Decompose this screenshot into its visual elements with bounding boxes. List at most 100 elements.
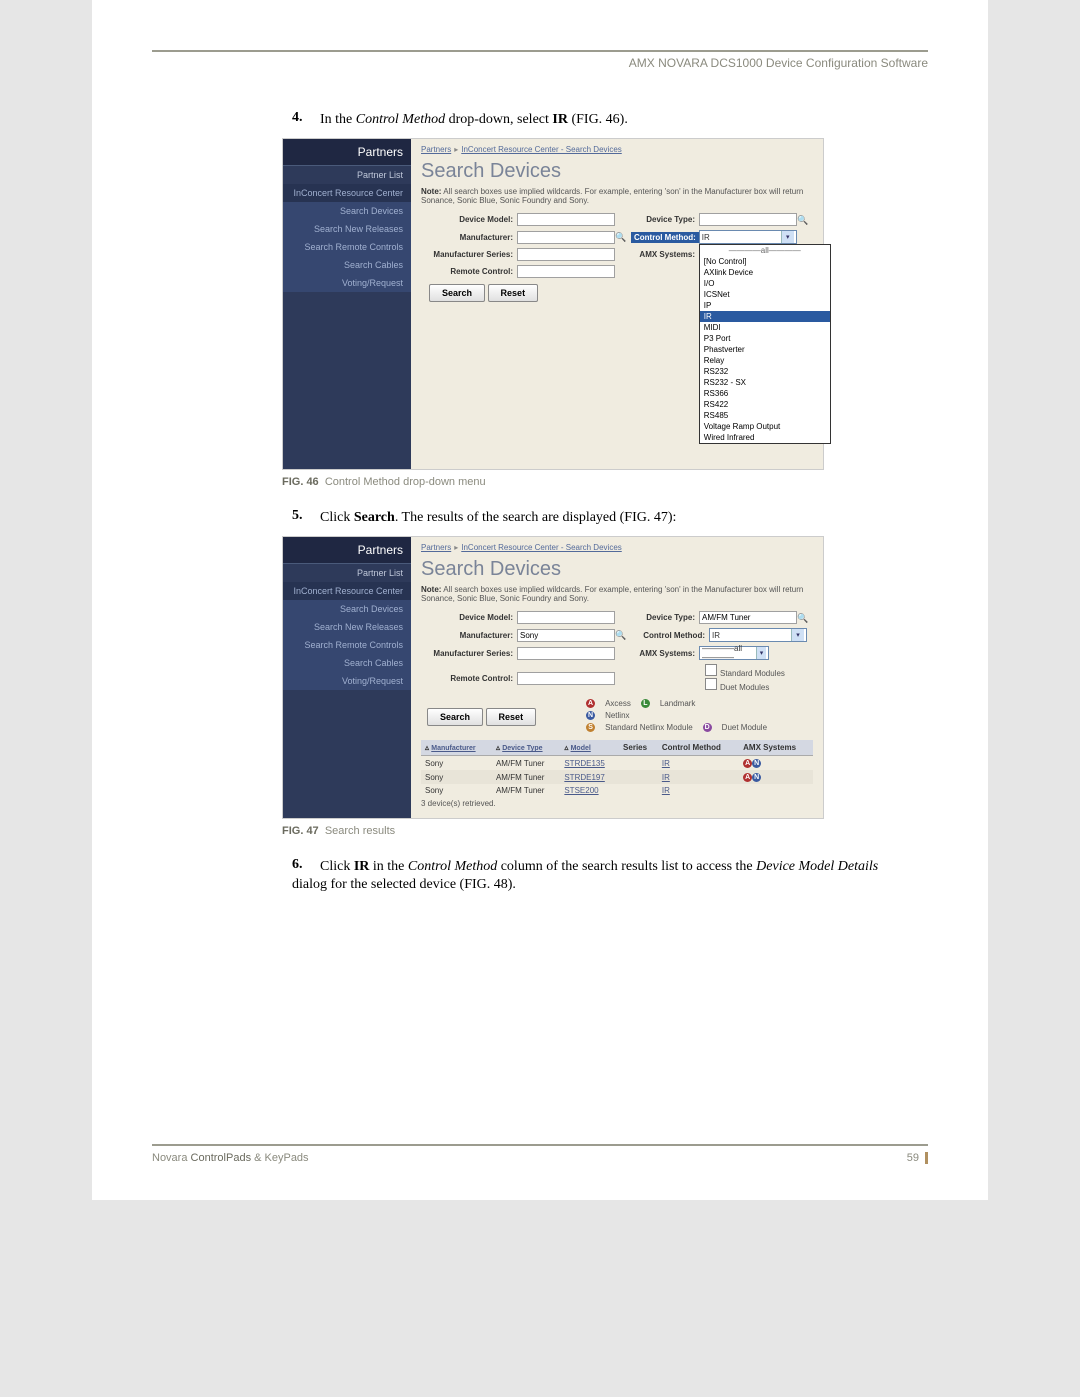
- fig-47-screenshot: Partners Partner List InConcert Resource…: [282, 536, 824, 819]
- chevron-down-icon: ▾: [791, 629, 804, 641]
- sidebar-item[interactable]: Voting/Request: [283, 672, 411, 690]
- col-control-method[interactable]: Control Method: [658, 740, 739, 756]
- device-model-input[interactable]: [517, 213, 615, 226]
- control-method-select[interactable]: IR▾: [709, 628, 807, 642]
- step-4-text: In the Control Method drop-down, select …: [320, 112, 628, 127]
- sidebar-item[interactable]: Search Devices: [283, 202, 411, 220]
- label-device-type: Device Type:: [615, 613, 699, 622]
- device-model-input[interactable]: [517, 611, 615, 624]
- sidebar-item[interactable]: Search New Releases: [283, 618, 411, 636]
- footer: Novara ControlPads & KeyPads 59: [152, 1144, 928, 1164]
- dd-option[interactable]: Phastverter: [700, 344, 830, 355]
- fig-47-caption: FIG. 47 Search results: [282, 825, 928, 837]
- table-row: Sony AM/FM Tuner STRDE135 IR AN: [421, 756, 813, 771]
- sidebar-item[interactable]: Search Remote Controls: [283, 238, 411, 256]
- dd-option[interactable]: RS232: [700, 366, 830, 377]
- manufacturer-input[interactable]: [517, 231, 615, 244]
- landmark-icon: L: [641, 699, 650, 708]
- sidebar-item[interactable]: InConcert Resource Center: [283, 184, 411, 202]
- sidebar-item[interactable]: Search Cables: [283, 256, 411, 274]
- col-amx-systems[interactable]: AMX Systems: [739, 740, 813, 756]
- col-manufacturer[interactable]: ▵ Manufacturer: [421, 740, 492, 756]
- netlinx-icon: N: [586, 711, 595, 720]
- model-link[interactable]: STRDE135: [564, 759, 604, 768]
- sidebar-item[interactable]: Partner List: [283, 166, 411, 184]
- chevron-down-icon: ▾: [756, 647, 766, 659]
- sidebar: Partners Partner List InConcert Resource…: [283, 537, 411, 818]
- table-row: Sony AM/FM Tuner STRDE197 IR AN: [421, 770, 813, 784]
- remote-control-input[interactable]: [517, 672, 615, 685]
- device-type-input[interactable]: [699, 213, 797, 226]
- device-type-input[interactable]: [699, 611, 797, 624]
- col-model[interactable]: ▵ Model: [560, 740, 619, 756]
- search-icon[interactable]: 🔍: [797, 613, 807, 623]
- manufacturer-input[interactable]: [517, 629, 615, 642]
- dd-option[interactable]: RS232 - SX: [700, 377, 830, 388]
- label-remote-control: Remote Control:: [421, 674, 517, 683]
- search-icon[interactable]: 🔍: [797, 215, 807, 225]
- page-header: AMX NOVARA DCS1000 Device Configuration …: [152, 56, 928, 70]
- control-method-link[interactable]: IR: [662, 786, 670, 795]
- sidebar-item[interactable]: Voting/Request: [283, 274, 411, 292]
- control-method-link[interactable]: IR: [662, 773, 670, 782]
- label-mfr-series: Manufacturer Series:: [421, 649, 517, 658]
- amx-systems-select[interactable]: ————all————▾: [699, 646, 769, 660]
- step-5-num: 5.: [292, 508, 316, 524]
- sidebar-item[interactable]: Search Cables: [283, 654, 411, 672]
- search-button[interactable]: Search: [429, 284, 485, 302]
- checkbox[interactable]: [705, 664, 717, 676]
- dd-option[interactable]: I/O: [700, 278, 830, 289]
- search-icon[interactable]: 🔍: [615, 630, 625, 640]
- step-4-num: 4.: [292, 110, 316, 126]
- search-button[interactable]: Search: [427, 708, 483, 726]
- reset-button[interactable]: Reset: [486, 708, 537, 726]
- retrieved-count: 3 device(s) retrieved.: [421, 799, 813, 808]
- label-device-model: Device Model:: [421, 613, 517, 622]
- dd-option[interactable]: RS422: [700, 399, 830, 410]
- fig-46-caption: FIG. 46 Control Method drop-down menu: [282, 476, 928, 488]
- dd-option[interactable]: Wired Infrared: [700, 432, 830, 443]
- duet-icon: D: [703, 723, 712, 732]
- sidebar-item[interactable]: Search Remote Controls: [283, 636, 411, 654]
- dd-option[interactable]: Relay: [700, 355, 830, 366]
- label-device-model: Device Model:: [421, 215, 517, 224]
- model-link[interactable]: STRDE197: [564, 773, 604, 782]
- step-6-num: 6.: [292, 857, 316, 873]
- label-mfr-series: Manufacturer Series:: [421, 250, 517, 259]
- control-method-select[interactable]: IR ▾: [699, 230, 797, 244]
- sidebar-item[interactable]: InConcert Resource Center: [283, 582, 411, 600]
- step-5: 5. Click Search. The results of the sear…: [292, 508, 928, 526]
- sidebar-item[interactable]: Partner List: [283, 564, 411, 582]
- dd-option[interactable]: ICSNet: [700, 289, 830, 300]
- table-row: Sony AM/FM Tuner STSE200 IR: [421, 784, 813, 797]
- page-number: 59: [907, 1152, 928, 1164]
- sidebar-item[interactable]: Search Devices: [283, 600, 411, 618]
- label-device-type: Device Type:: [615, 215, 699, 224]
- chevron-down-icon: ▾: [781, 231, 794, 243]
- dd-option[interactable]: [No Control]: [700, 256, 830, 267]
- search-icon[interactable]: 🔍: [615, 232, 625, 242]
- dd-option-selected[interactable]: IR: [700, 311, 830, 322]
- netlinx-icon: N: [752, 773, 761, 782]
- dd-option[interactable]: RS366: [700, 388, 830, 399]
- dd-option[interactable]: AXlink Device: [700, 267, 830, 278]
- control-method-link[interactable]: IR: [662, 759, 670, 768]
- dd-option[interactable]: IP: [700, 300, 830, 311]
- dd-option[interactable]: ————all————: [700, 245, 830, 256]
- col-device-type[interactable]: ▵ Device Type: [492, 740, 560, 756]
- dd-option[interactable]: P3 Port: [700, 333, 830, 344]
- dd-option[interactable]: RS485: [700, 410, 830, 421]
- sidebar-item[interactable]: Search New Releases: [283, 220, 411, 238]
- mfr-series-input[interactable]: [517, 248, 615, 261]
- model-link[interactable]: STSE200: [564, 786, 598, 795]
- note: Note: All search boxes use implied wildc…: [421, 585, 813, 603]
- mfr-series-input[interactable]: [517, 647, 615, 660]
- checkbox[interactable]: [705, 678, 717, 690]
- col-series[interactable]: Series: [619, 740, 658, 756]
- label-amx-systems: AMX Systems:: [615, 250, 699, 259]
- remote-control-input[interactable]: [517, 265, 615, 278]
- reset-button[interactable]: Reset: [488, 284, 539, 302]
- dd-option[interactable]: Voltage Ramp Output: [700, 421, 830, 432]
- axcess-icon: A: [743, 759, 752, 768]
- dd-option[interactable]: MIDI: [700, 322, 830, 333]
